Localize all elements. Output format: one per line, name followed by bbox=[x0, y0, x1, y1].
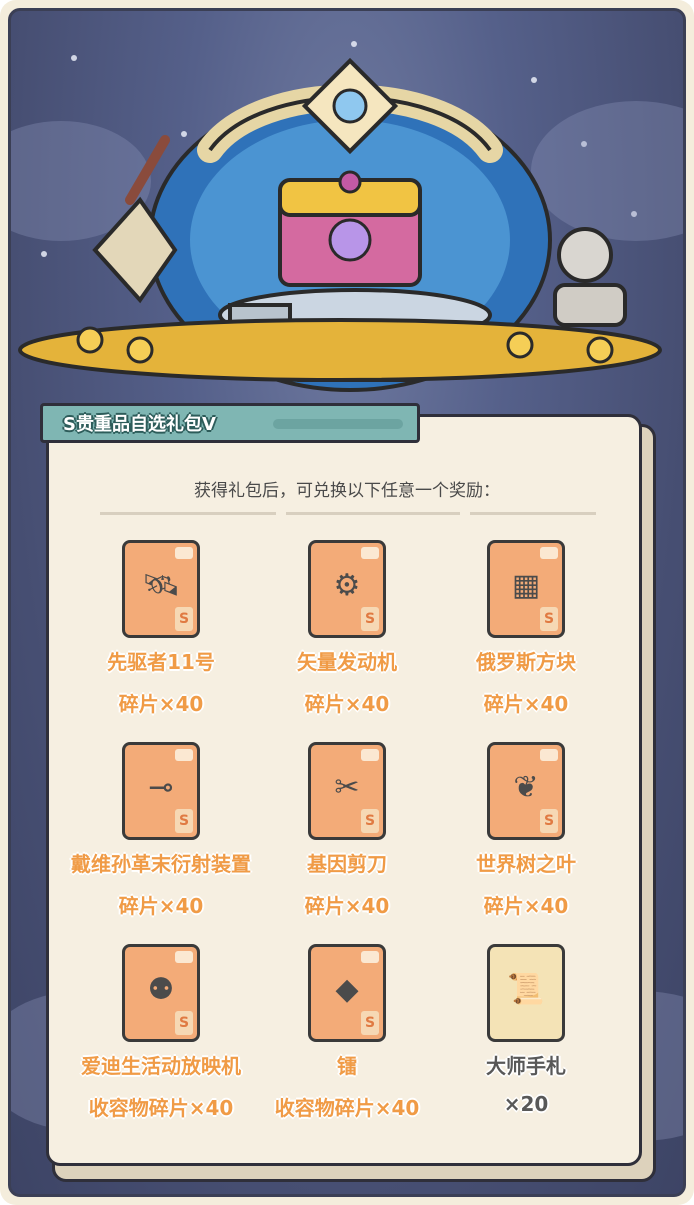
reward-icon-card: ⊸ S bbox=[122, 742, 200, 840]
rarity-badge: S bbox=[175, 1011, 193, 1035]
fragment-corner-icon bbox=[361, 951, 379, 963]
fragment-corner-icon bbox=[540, 547, 558, 559]
reward-grid: 🛰 S 先驱者11号 碎片×40 ⚙ S 矢量发动机 碎片×40 ▦ S 俄罗斯… bbox=[0, 0, 694, 1205]
fragment-corner-icon bbox=[175, 547, 193, 559]
engine-icon: ⚙ bbox=[333, 567, 361, 603]
reward-icon-card: ◆ S bbox=[308, 944, 386, 1042]
reward-icon-card: ⚉ S bbox=[122, 944, 200, 1042]
rarity-badge: S bbox=[361, 607, 379, 631]
reward-icon-card: 🛰 S bbox=[122, 540, 200, 638]
probe-icon: 🛰 bbox=[141, 567, 181, 603]
reward-quantity: ×20 bbox=[503, 1092, 549, 1116]
fragment-corner-icon bbox=[540, 749, 558, 761]
reward-icon-card: ❦ S bbox=[487, 742, 565, 840]
gene-scissors-icon: ✂ bbox=[334, 769, 360, 805]
radium-crystal-icon: ◆ bbox=[335, 971, 359, 1007]
fragment-corner-icon bbox=[175, 749, 193, 761]
reward-icon-card: ✂ S bbox=[308, 742, 386, 840]
scroll-icon: 📜 bbox=[507, 971, 545, 1007]
fragment-corner-icon bbox=[175, 951, 193, 963]
reward-name: 世界树之叶 bbox=[476, 852, 576, 876]
reward-icon-card: ⚙ S bbox=[308, 540, 386, 638]
diffraction-device-icon: ⊸ bbox=[148, 769, 174, 805]
rarity-badge: S bbox=[175, 607, 193, 631]
reward-item[interactable]: ✂ S 基因剪刀 碎片×40 bbox=[257, 742, 437, 932]
rarity-badge: S bbox=[540, 809, 558, 833]
reward-item[interactable]: ❦ S 世界树之叶 碎片×40 bbox=[436, 742, 616, 932]
reward-item[interactable]: 🛰 S 先驱者11号 碎片×40 bbox=[71, 540, 251, 730]
rarity-badge: S bbox=[175, 809, 193, 833]
rarity-badge: S bbox=[361, 809, 379, 833]
reward-quantity: 碎片×40 bbox=[483, 692, 569, 716]
rarity-badge: S bbox=[361, 1011, 379, 1035]
leaf-icon: ❦ bbox=[513, 769, 539, 805]
reward-item[interactable]: 📜 大师手札 ×20 bbox=[436, 944, 616, 1134]
reward-item[interactable]: ⚙ S 矢量发动机 碎片×40 bbox=[257, 540, 437, 730]
cube-icon: ▦ bbox=[511, 567, 541, 603]
reward-name: 俄罗斯方块 bbox=[476, 650, 576, 674]
fragment-corner-icon bbox=[361, 547, 379, 559]
fragment-corner-icon bbox=[361, 749, 379, 761]
projector-icon: ⚉ bbox=[147, 971, 175, 1007]
reward-icon-card: ▦ S bbox=[487, 540, 565, 638]
reward-icon-card: 📜 bbox=[487, 944, 565, 1042]
reward-item[interactable]: ⊸ S 戴维孙革末衍射装置 碎片×40 bbox=[71, 742, 251, 932]
reward-item[interactable]: ▦ S 俄罗斯方块 碎片×40 bbox=[436, 540, 616, 730]
reward-name: 大师手札 bbox=[486, 1054, 566, 1078]
reward-item[interactable]: ◆ S 镭 收容物碎片×40 bbox=[257, 944, 437, 1134]
rarity-badge: S bbox=[540, 607, 558, 631]
reward-item[interactable]: ⚉ S 爱迪生活动放映机 收容物碎片×40 bbox=[71, 944, 251, 1134]
reward-quantity: 碎片×40 bbox=[483, 894, 569, 918]
